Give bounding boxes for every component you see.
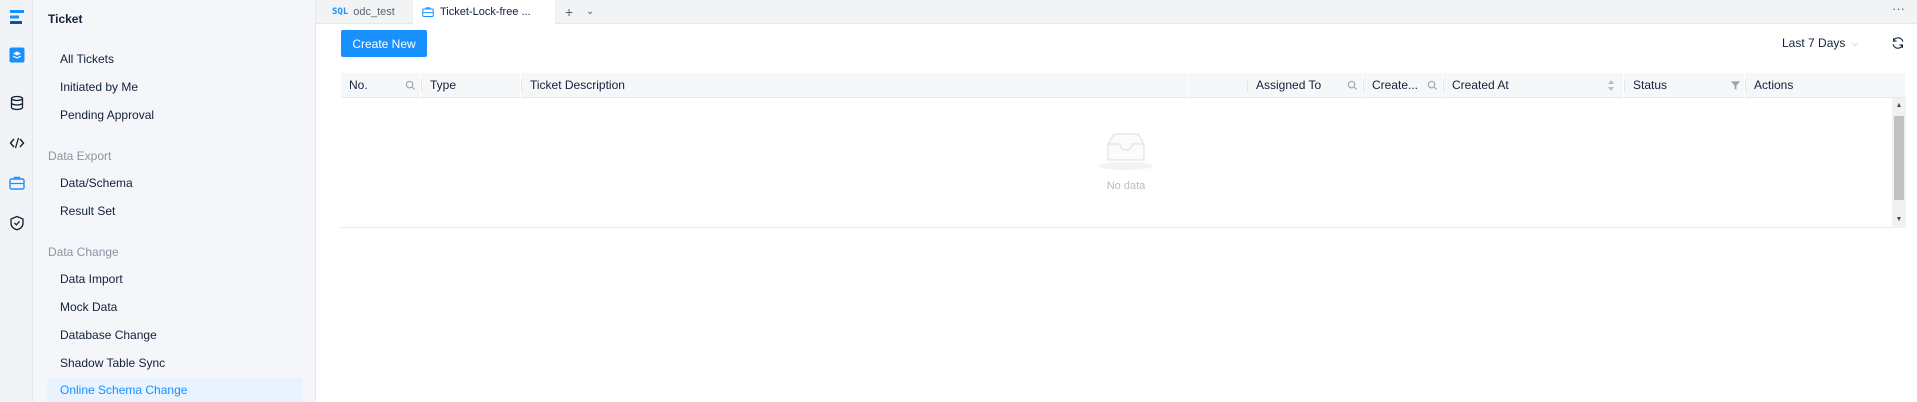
sidebar-item-database-change[interactable]: Database Change xyxy=(47,323,303,348)
icon-rail xyxy=(0,0,33,402)
filter-icon[interactable] xyxy=(1730,80,1741,91)
search-icon[interactable] xyxy=(1347,80,1358,91)
search-icon[interactable] xyxy=(405,80,416,91)
ticket-icon xyxy=(422,7,434,18)
ticket-icon[interactable] xyxy=(8,174,25,191)
empty-inbox-icon xyxy=(1099,133,1153,170)
chevron-down-icon[interactable]: ⌄ xyxy=(586,3,594,21)
table-body: No data ▲ ▼ xyxy=(341,98,1906,228)
column-header-actions: Actions xyxy=(1746,73,1906,98)
sidebar-item-result-set[interactable]: Result Set xyxy=(47,199,303,224)
empty-text: No data xyxy=(1106,180,1146,192)
table-header: No. Type Ticket Description Assigned To … xyxy=(341,73,1906,98)
date-range-label: Last 7 Days xyxy=(1782,36,1846,50)
database-icon[interactable] xyxy=(8,94,25,111)
search-icon[interactable] xyxy=(1427,80,1438,91)
tab-odc-test[interactable]: SQL odc_test xyxy=(324,0,412,24)
sidebar-item-data-import[interactable]: Data Import xyxy=(47,267,303,292)
more-icon[interactable]: ··· xyxy=(1892,1,1905,16)
ticket-table: No. Type Ticket Description Assigned To … xyxy=(341,73,1906,228)
column-header-created-at[interactable]: Created At xyxy=(1444,73,1624,98)
scroll-down-arrow-icon[interactable]: ▼ xyxy=(1895,216,1903,224)
add-tab-icon[interactable]: + xyxy=(565,3,573,21)
security-icon[interactable] xyxy=(8,214,25,231)
code-icon[interactable] xyxy=(8,134,25,151)
tab-label: odc_test xyxy=(353,6,395,18)
sidebar-item-pending-approval[interactable]: Pending Approval xyxy=(47,103,303,128)
sidebar-item-online-schema-change[interactable]: Online Schema Change xyxy=(47,378,303,402)
chevron-down-icon: ⌵ xyxy=(1851,37,1859,48)
empty-state: No data xyxy=(1096,126,1156,192)
column-header-status[interactable]: Status xyxy=(1625,73,1745,98)
sidebar-group-data-change: Data Change xyxy=(48,245,119,259)
sidebar-group-data-export: Data Export xyxy=(48,149,112,163)
sidebar-title: Ticket xyxy=(48,12,83,26)
sidebar-item-initiated-by-me[interactable]: Initiated by Me xyxy=(47,75,303,100)
sidebar-item-mock-data[interactable]: Mock Data xyxy=(47,295,303,320)
project-icon[interactable] xyxy=(8,46,25,63)
vertical-scrollbar[interactable]: ▲ ▼ xyxy=(1892,98,1906,228)
sidebar-item-all-tickets[interactable]: All Tickets xyxy=(47,47,303,72)
column-header-type[interactable]: Type xyxy=(422,73,521,98)
sql-icon: SQL xyxy=(332,7,349,17)
sort-icon[interactable] xyxy=(1607,79,1615,92)
sidebar-item-shadow-table-sync[interactable]: Shadow Table Sync xyxy=(47,351,303,376)
scrollbar-thumb[interactable] xyxy=(1894,116,1904,200)
sidebar-item-data-schema[interactable]: Data/Schema xyxy=(47,171,303,196)
date-range-select[interactable]: Last 7 Days ⌵ xyxy=(1782,36,1858,50)
tab-label: Ticket-Lock-free ... xyxy=(440,6,531,18)
logo-icon[interactable] xyxy=(8,8,25,25)
column-header-ticket-description[interactable]: Ticket Description xyxy=(522,73,1188,98)
tab-bar: SQL odc_test Ticket-Lock-free ... + ⌄ ··… xyxy=(316,0,1917,24)
column-header-assigned-to[interactable]: Assigned To xyxy=(1248,73,1363,98)
ticket-sidebar: Ticket All Tickets Initiated by Me Pendi… xyxy=(33,0,316,402)
tab-ticket-lock-free[interactable]: Ticket-Lock-free ... xyxy=(413,0,555,24)
refresh-icon[interactable] xyxy=(1891,36,1905,50)
create-new-button[interactable]: Create New xyxy=(341,30,427,57)
scroll-up-arrow-icon[interactable]: ▲ xyxy=(1895,102,1903,110)
